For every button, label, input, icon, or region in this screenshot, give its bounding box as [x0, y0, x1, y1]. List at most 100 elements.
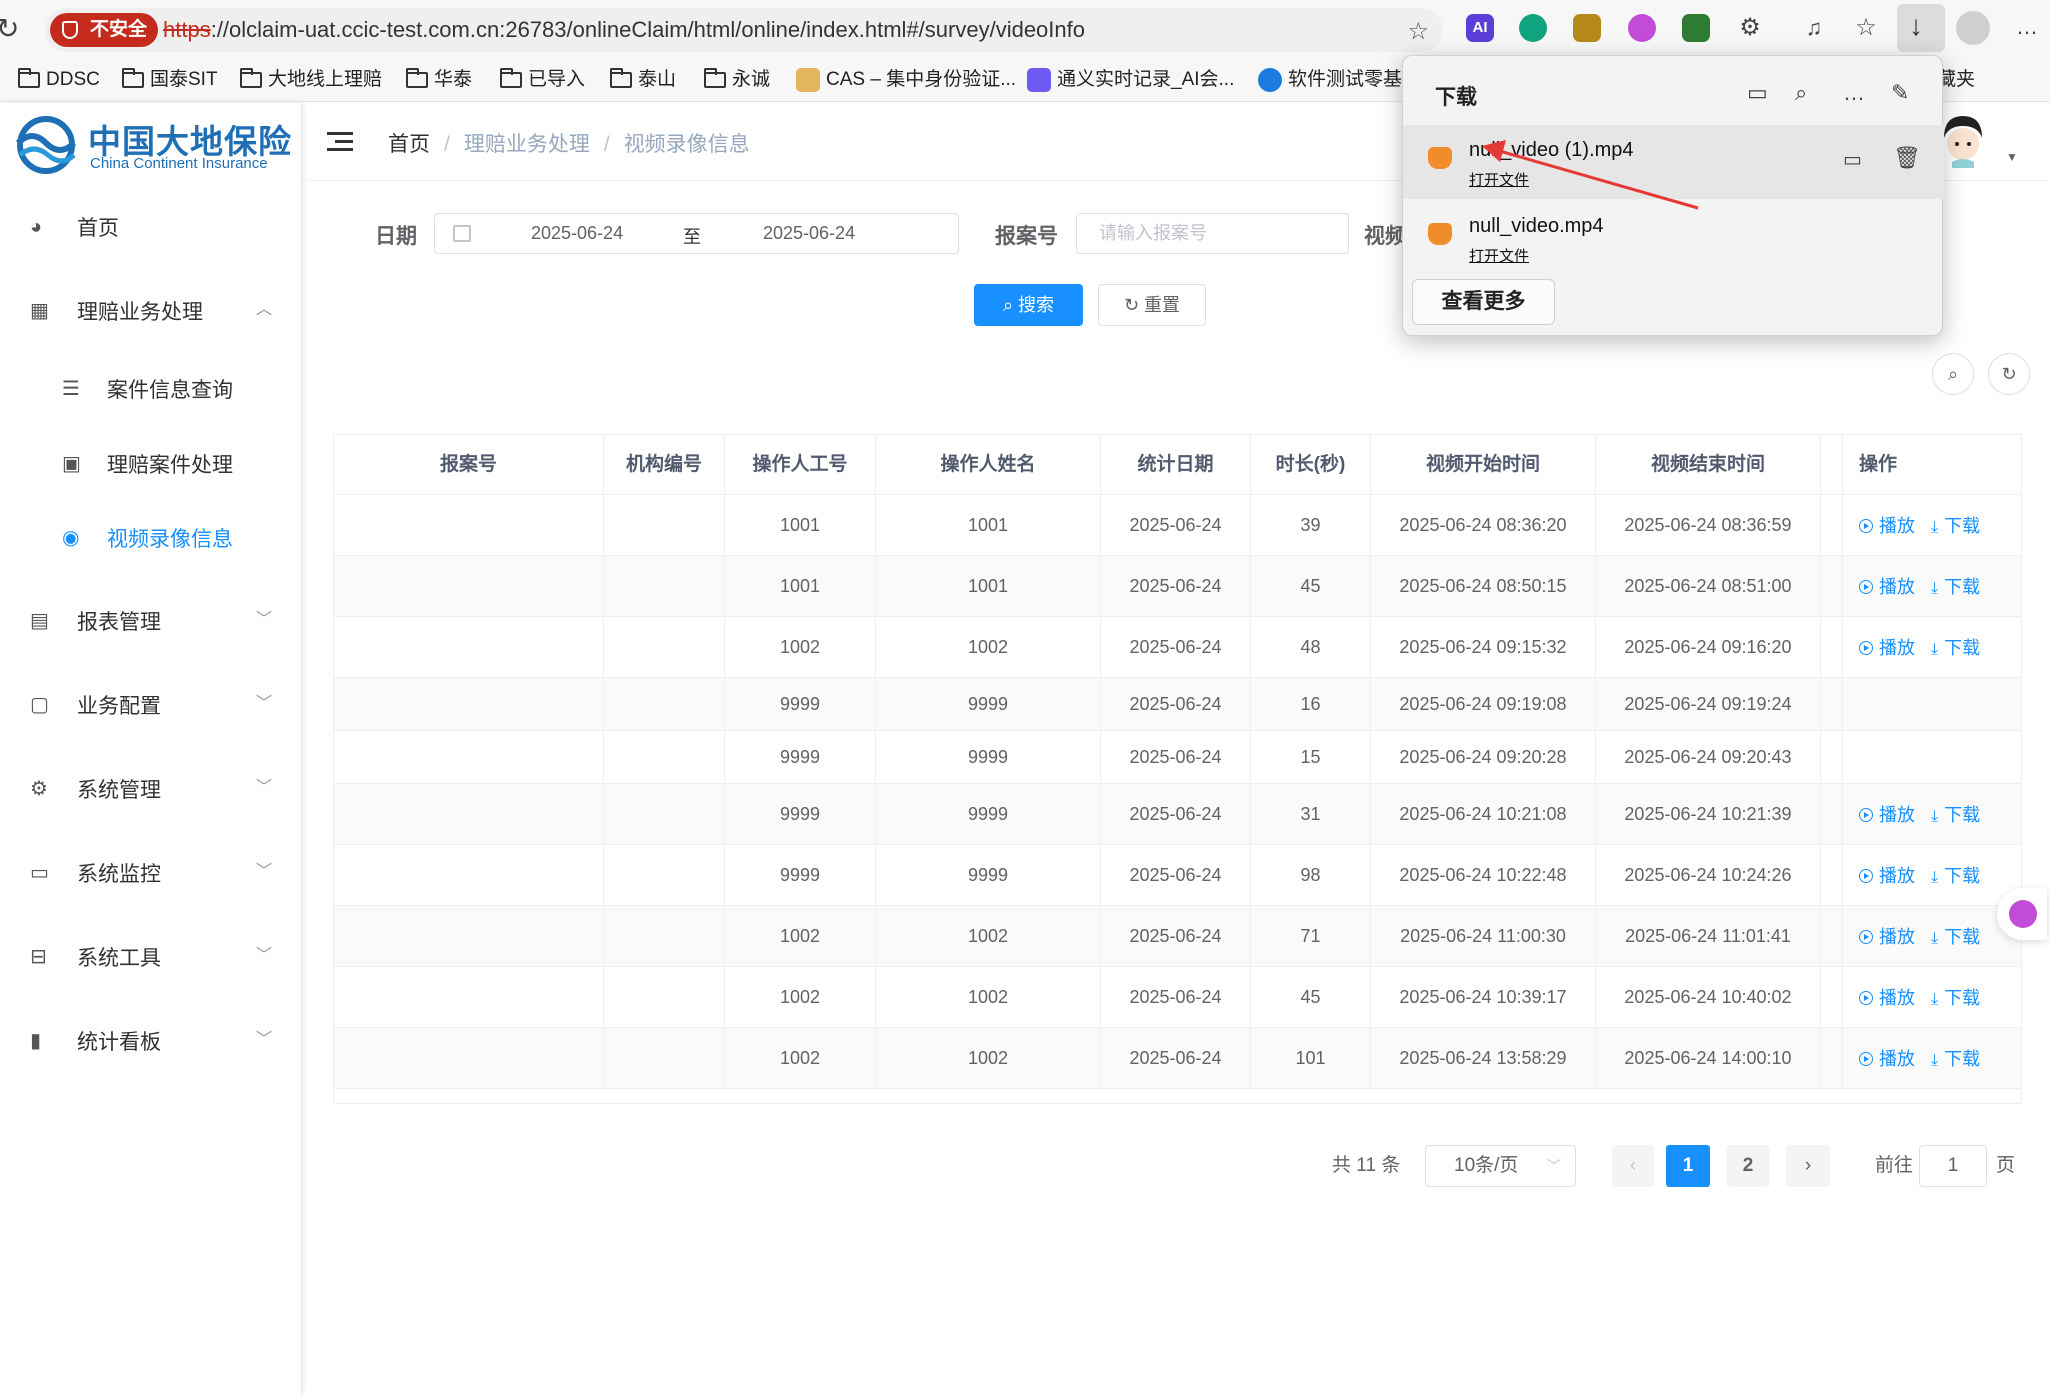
breadcrumb-home[interactable]: 首页	[388, 133, 430, 156]
bookmark-cas[interactable]: CAS – 集中身份验证...	[794, 64, 1016, 96]
user-dropdown-caret-icon[interactable]: ▼	[2006, 150, 2018, 164]
collapse-menu-icon[interactable]	[327, 132, 353, 152]
download-button[interactable]: ⤓ 下载	[1931, 573, 1980, 599]
sidebar-item-claims[interactable]: ▦ 理赔业务处理 ︿	[0, 281, 302, 341]
bookmark-tongyi[interactable]: 通义实时记录_AI会...	[1025, 64, 1234, 96]
favorites-list-icon[interactable]: ☆	[1852, 14, 1880, 42]
open-folder-icon[interactable]: ▭	[1747, 80, 1768, 106]
play-button[interactable]: 播放	[1859, 862, 1915, 888]
bookmark-folder[interactable]: 永诚	[700, 64, 770, 96]
folder-icon	[704, 68, 726, 88]
play-button[interactable]: 播放	[1859, 1045, 1915, 1071]
reload-icon[interactable]: ↻	[0, 12, 19, 45]
sidebar-item-sys-tools[interactable]: ⊟ 系统工具 ﹀	[0, 927, 302, 987]
play-button[interactable]: 播放	[1859, 634, 1915, 660]
date-end[interactable]: 2025-06-24	[763, 223, 855, 244]
bookmark-folder[interactable]: 泰山	[606, 64, 676, 96]
address-bar[interactable]: 不安全 https://olclaim-uat.ccic-test.com.cn…	[45, 8, 1443, 52]
table-row: 1002 1002 2025-06-24 48 2025-06-24 09:15:32 2…	[334, 617, 2021, 678]
sidebar-item-sys-monitor[interactable]: ▭ 系统监控 ﹀	[0, 843, 302, 903]
date-range-picker[interactable]: 2025-06-24 至 2025-06-24	[434, 213, 959, 254]
download-button[interactable]: ⤓ 下载	[1931, 512, 1980, 538]
pin-icon[interactable]: ✎	[1891, 80, 1909, 106]
download-extension-icon[interactable]	[1682, 14, 1710, 42]
table-row: 1001 1001 2025-06-24 39 2025-06-24 08:36:20 2…	[334, 495, 2021, 556]
download-icon: ⤓	[1931, 580, 1939, 597]
chatgpt-extension-icon[interactable]	[1519, 14, 1547, 42]
sidebar-item-biz-config[interactable]: ▢ 业务配置 ﹀	[0, 675, 302, 735]
cell-duration: 101	[1251, 1028, 1371, 1088]
brain-extension-icon[interactable]	[1628, 14, 1656, 42]
download-item[interactable]: null_video.mp4 打开文件	[1403, 201, 1944, 275]
openai-extension-icon[interactable]	[1573, 14, 1601, 42]
download-button[interactable]: ⤓ 下载	[1931, 801, 1980, 827]
page-1-button[interactable]: 1	[1666, 1145, 1710, 1187]
download-button[interactable]: ⤓ 下载	[1931, 862, 1980, 888]
sidebar-item-case-query[interactable]: ☰ 案件信息查询	[0, 359, 302, 419]
delete-trash-icon[interactable]: 🗑	[1893, 145, 1921, 171]
cell-stat-date: 2025-06-24	[1101, 1028, 1251, 1088]
play-button[interactable]: 播放	[1859, 923, 1915, 949]
toggle-search-button[interactable]: ⌕	[1932, 353, 1974, 395]
play-button[interactable]: 播放	[1859, 512, 1915, 538]
search-icon[interactable]: ⌕	[1795, 80, 1807, 106]
next-page-button[interactable]: ›	[1786, 1145, 1830, 1187]
open-file-link[interactable]: 打开文件	[1469, 169, 1529, 190]
url-text[interactable]: https://olclaim-uat.ccic-test.com.cn:267…	[163, 8, 1085, 52]
play-button[interactable]: 播放	[1859, 801, 1915, 827]
folder-icon	[240, 68, 262, 88]
date-start[interactable]: 2025-06-24	[531, 223, 623, 244]
prev-page-button[interactable]: ‹	[1612, 1145, 1654, 1187]
bookmark-folder[interactable]: 大地线上理赔	[236, 64, 382, 96]
search-button[interactable]: ⌕ 搜索	[974, 284, 1083, 326]
cell-end-time: 2025-06-24 10:24:26	[1596, 845, 1821, 905]
sidebar: 中国大地保险 China Continent Insurance ◕ 首页 ▦ …	[0, 103, 302, 1395]
download-button[interactable]: ⤓ 下载	[1931, 984, 1980, 1010]
show-in-folder-icon[interactable]: ▭	[1843, 147, 1862, 172]
download-button[interactable]: ⤓ 下载	[1931, 1045, 1980, 1071]
reset-button[interactable]: ↻ 重置	[1098, 284, 1206, 326]
download-item[interactable]: null_video (1).mp4 打开文件 ▭ 🗑	[1403, 125, 1944, 199]
open-file-link[interactable]: 打开文件	[1469, 245, 1529, 266]
bookmark-folder[interactable]: 已导入	[496, 64, 585, 96]
downloads-button[interactable]: ↓	[1897, 4, 1945, 52]
page-size-select[interactable]: 10条/页 ﹀	[1425, 1145, 1576, 1187]
sidebar-item-case-handle[interactable]: ▣ 理赔案件处理	[0, 434, 302, 494]
see-more-button[interactable]: 查看更多	[1412, 279, 1555, 325]
play-button[interactable]: 播放	[1859, 984, 1915, 1010]
bookmark-folder[interactable]: 国泰SIT	[118, 64, 218, 96]
goto-page-input[interactable]: 1	[1919, 1145, 1987, 1187]
cell-start-time: 2025-06-24 11:00:30	[1371, 906, 1596, 966]
sidebar-item-dashboard[interactable]: ▮ 统计看板 ﹀	[0, 1011, 302, 1071]
bookmark-folder[interactable]: DDSC	[14, 64, 100, 96]
music-icon[interactable]: ♫	[1800, 14, 1828, 42]
download-button[interactable]: ⤓ 下载	[1931, 923, 1980, 949]
bookmark-folder[interactable]: 华泰	[402, 64, 472, 96]
play-circle-icon	[1859, 930, 1873, 944]
cell-actions: 播放 ⤓ 下载	[1843, 845, 2021, 905]
list-icon: ☰	[62, 378, 80, 400]
sidebar-item-sys-admin[interactable]: ⚙ 系统管理 ﹀	[0, 759, 302, 819]
assistant-float-button[interactable]	[1997, 888, 2047, 940]
more-options-icon[interactable]: …	[1843, 80, 1865, 106]
refresh-button[interactable]: ↻	[1988, 353, 2030, 395]
page-2-button[interactable]: 2	[1726, 1145, 1770, 1187]
cell-end-time: 2025-06-24 10:40:02	[1596, 967, 1821, 1027]
ai-extension-icon[interactable]: AI	[1466, 14, 1494, 42]
sidebar-item-reports[interactable]: ▤ 报表管理 ﹀	[0, 591, 302, 651]
cell-report-no	[334, 1028, 604, 1088]
download-button[interactable]: ⤓ 下载	[1931, 634, 1980, 660]
sidebar-item-video-info[interactable]: ◉ 视频录像信息	[0, 508, 302, 568]
user-avatar[interactable]	[1940, 112, 1986, 168]
bookmark-testing[interactable]: 软件测试零基础	[1256, 64, 1421, 96]
favorite-star-icon[interactable]: ☆	[1407, 17, 1429, 46]
report-no-input[interactable]	[1076, 213, 1349, 254]
not-secure-badge[interactable]: 不安全	[50, 13, 158, 47]
extensions-puzzle-icon[interactable]: ⚙	[1736, 14, 1764, 42]
sidebar-item-home[interactable]: ◕ 首页	[0, 197, 302, 257]
table-row: 9999 9999 2025-06-24 98 2025-06-24 10:22:48 2…	[334, 845, 2021, 906]
cell-actions: 播放 ⤓ 下载	[1843, 784, 2021, 844]
play-button[interactable]: 播放	[1859, 573, 1915, 599]
more-menu-icon[interactable]: …	[2016, 14, 2038, 40]
profile-avatar-icon[interactable]	[1956, 11, 1990, 45]
